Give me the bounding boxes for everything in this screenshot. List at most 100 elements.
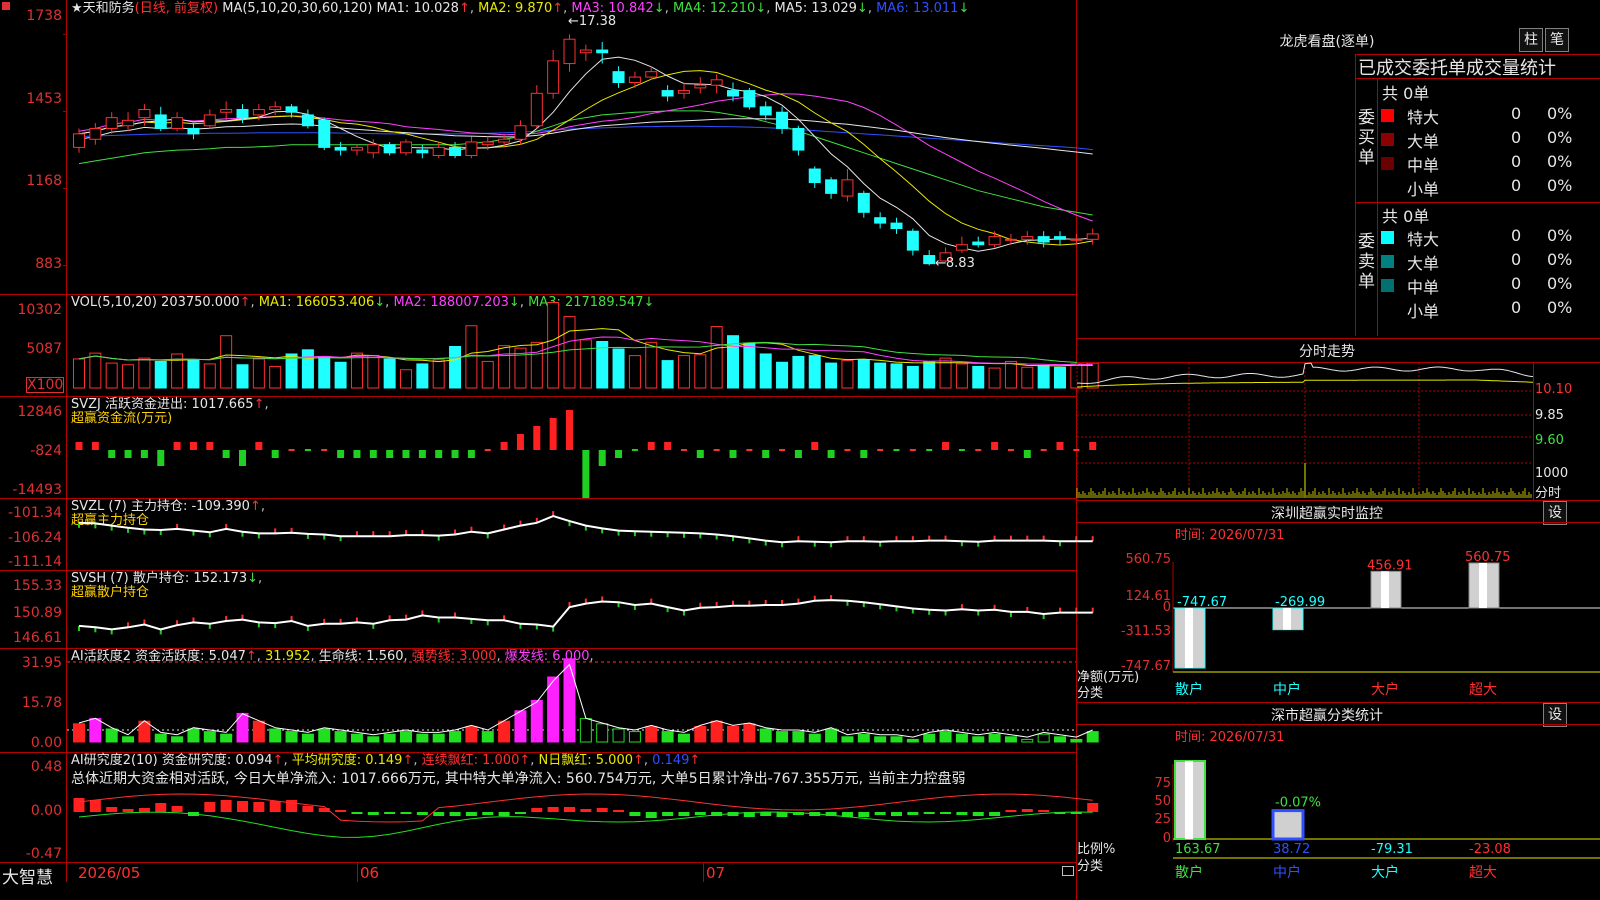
activity-bar bbox=[955, 733, 968, 743]
flow-bar bbox=[189, 442, 197, 450]
research-bar bbox=[367, 812, 379, 815]
svzl-chart[interactable] bbox=[67, 500, 1094, 569]
candle-body bbox=[449, 146, 462, 157]
research-bar bbox=[645, 812, 657, 818]
research-bar bbox=[678, 812, 690, 816]
activity-bar bbox=[579, 718, 592, 743]
vol-axis-label: 5087 bbox=[26, 341, 62, 357]
flow-bar bbox=[942, 442, 950, 450]
volume-bar bbox=[972, 365, 985, 389]
candle-body bbox=[514, 125, 527, 140]
flow-bar bbox=[680, 449, 687, 451]
sz-monitor-chart[interactable]: -747.67 散户 -269.99 中户 456.91 大户 560.75 超大 bbox=[1077, 522, 1600, 702]
tick-mode-button[interactable]: 笔 bbox=[1545, 28, 1569, 52]
candle-body bbox=[252, 109, 265, 116]
activity-bar bbox=[1004, 736, 1017, 743]
research-bar bbox=[907, 812, 919, 815]
activity-bar bbox=[727, 725, 739, 743]
activity-bar bbox=[481, 731, 494, 743]
activity-bar bbox=[677, 733, 690, 743]
activity-bar bbox=[105, 728, 118, 743]
research-bar bbox=[269, 801, 281, 812]
research-bar bbox=[1021, 809, 1033, 812]
flow-bar bbox=[304, 449, 311, 451]
flow-bar bbox=[991, 442, 999, 450]
candle-body bbox=[661, 90, 674, 97]
candle-body bbox=[203, 114, 216, 127]
candle-body bbox=[596, 49, 609, 54]
monitor-bar-highlight bbox=[1381, 571, 1389, 608]
monitor-value-label: 456.91 bbox=[1367, 558, 1413, 573]
flow-bar bbox=[598, 450, 606, 466]
class-value-label: -23.08 bbox=[1469, 842, 1511, 857]
monitor-category-label: 超大 bbox=[1469, 682, 1497, 698]
adjust-mode[interactable]: (日线, 前复权) bbox=[135, 1, 218, 16]
volume-bar bbox=[988, 367, 1001, 389]
flow-bar bbox=[647, 442, 655, 450]
bar-mode-button[interactable]: 柱 bbox=[1519, 28, 1543, 52]
ai-research-chart[interactable] bbox=[67, 754, 1099, 861]
activity-bar bbox=[612, 728, 625, 743]
ma6-value: MA6: 13.011 bbox=[876, 1, 959, 16]
activity-bar bbox=[203, 731, 216, 743]
price-axis-label: 1453 bbox=[26, 91, 62, 107]
candle-body bbox=[972, 241, 985, 246]
research-bar bbox=[122, 809, 134, 812]
activity-bar bbox=[890, 736, 903, 743]
activity-bar bbox=[171, 736, 184, 743]
monitor-category-label: 大户 bbox=[1371, 681, 1399, 698]
flow-bar bbox=[566, 410, 573, 450]
svsh-chart[interactable] bbox=[67, 572, 1094, 647]
volume-bar bbox=[645, 341, 658, 389]
candle-body bbox=[1037, 236, 1050, 243]
ma3-line bbox=[78, 93, 1093, 222]
activity-bar bbox=[857, 733, 870, 743]
activity-bar bbox=[122, 736, 135, 743]
candle-body bbox=[874, 217, 887, 224]
class-category-label: 大户 bbox=[1371, 864, 1399, 881]
svsh-axis-label: 155.33 bbox=[13, 578, 62, 594]
vol-axis-label: 10302 bbox=[17, 302, 62, 318]
volume-bar bbox=[416, 363, 429, 389]
monitor-value-label: -747.67 bbox=[1177, 595, 1227, 610]
monitor-bar-highlight bbox=[1479, 563, 1487, 608]
flow-bar bbox=[75, 442, 83, 450]
flow-bar bbox=[239, 450, 246, 466]
activity-bar bbox=[187, 728, 200, 743]
favorite-star-icon[interactable]: ★ bbox=[71, 1, 83, 16]
svzj-chart[interactable] bbox=[67, 398, 1097, 498]
research-bar bbox=[416, 812, 428, 815]
flow-bar bbox=[631, 449, 638, 451]
flow-bar bbox=[713, 449, 720, 451]
lock-icon[interactable] bbox=[1062, 866, 1074, 876]
volume-chart[interactable] bbox=[67, 296, 1099, 396]
sell-row: 中单 0 0% bbox=[1381, 274, 1599, 298]
svzl-axis-label: -106.24 bbox=[7, 530, 62, 546]
intraday-chart[interactable] bbox=[1076, 362, 1534, 499]
candlestick-chart[interactable] bbox=[63, 18, 1099, 293]
volume-bar bbox=[677, 355, 690, 389]
volume-bar bbox=[203, 363, 216, 389]
volume-bar bbox=[923, 360, 936, 389]
candle-body bbox=[171, 117, 184, 129]
price-header: ★天和防务(日线, 前复权) MA(5,10,20,30,60,120) MA1… bbox=[71, 1, 970, 16]
volume-bar bbox=[710, 326, 723, 389]
candle-body bbox=[269, 106, 282, 111]
volume-bar bbox=[841, 360, 854, 389]
research-bar bbox=[874, 812, 886, 815]
research-bar bbox=[776, 812, 788, 817]
flow-bar bbox=[435, 450, 443, 458]
ai-activity-chart[interactable] bbox=[67, 650, 1099, 751]
candle-body bbox=[841, 179, 854, 197]
sz-class-chart[interactable]: -0.07% 163.67 散户 38.72 中户 -79.31 大户 -23.08 超大 bbox=[1077, 724, 1600, 900]
chart-area[interactable]: 1738 1453 1168 883 ★天和防务(日线, 前复权) MA(5,1… bbox=[0, 0, 1099, 900]
ai2-axis-label: 0.48 bbox=[30, 759, 62, 775]
research-bar bbox=[1005, 810, 1017, 812]
research-bar bbox=[694, 812, 706, 815]
candle-body bbox=[432, 146, 445, 157]
flow-bar bbox=[124, 450, 132, 458]
flow-bar bbox=[418, 450, 426, 458]
candle-body bbox=[694, 84, 707, 89]
activity-bar bbox=[367, 736, 380, 743]
activity-bar bbox=[514, 710, 527, 743]
